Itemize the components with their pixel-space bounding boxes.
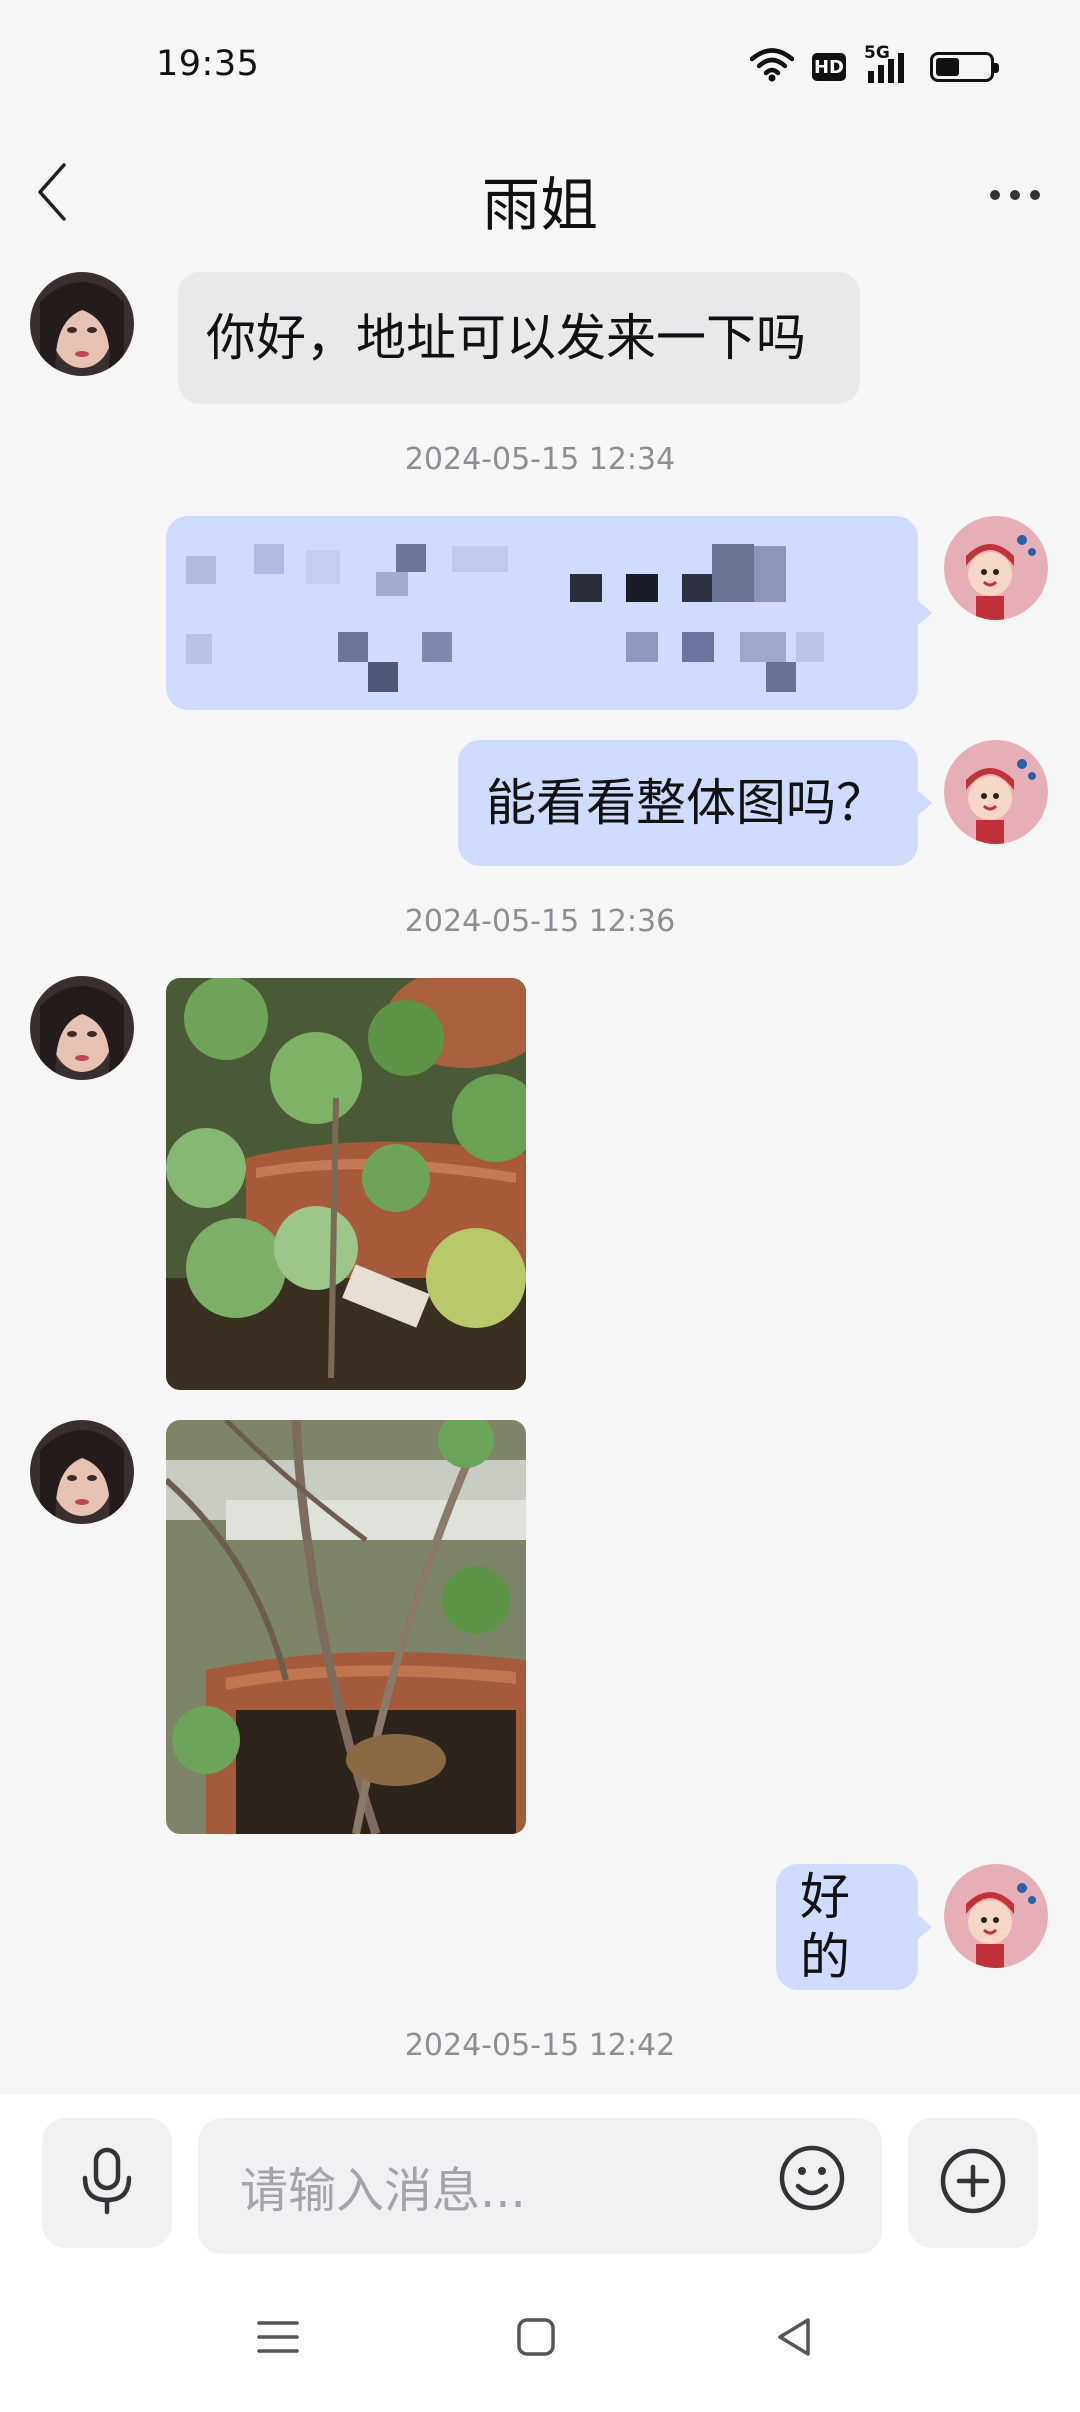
smiley-face-icon: [778, 2144, 846, 2224]
menu-icon: [257, 2319, 299, 2359]
more-options-button[interactable]: [980, 170, 1050, 220]
nav-home-button[interactable]: [496, 2304, 576, 2374]
message-timestamp: 2024-05-15 12:34: [404, 442, 676, 477]
triangle-back-icon: [774, 2316, 814, 2362]
contact-avatar[interactable]: [30, 976, 134, 1080]
status-bar: 19:35 HD 5G: [0, 0, 1080, 130]
chat-header: 雨姐: [0, 140, 1080, 250]
nav-menu-button[interactable]: [238, 2304, 318, 2374]
cellular-signal-icon: 5G: [864, 43, 912, 85]
contact-avatar[interactable]: [30, 1420, 134, 1524]
message-input-placeholder: 请输入消息...: [240, 2163, 526, 2219]
battery-level: [936, 58, 960, 76]
message-input-bar: 请输入消息...: [0, 2094, 1080, 2264]
hd-badge: HD: [812, 53, 846, 81]
microphone-icon: [77, 2146, 137, 2220]
contact-avatar[interactable]: [30, 272, 134, 376]
message-timestamp: 2024-05-15 12:36: [404, 904, 676, 939]
my-avatar[interactable]: [944, 516, 1048, 620]
system-navigation-bar: [0, 2264, 1080, 2412]
message-text: 好的: [800, 1868, 850, 1986]
status-icons: HD 5G: [749, 43, 999, 86]
plus-circle-icon: [939, 2147, 1007, 2219]
message-bubble-incoming[interactable]: 你好，地址可以发来一下吗: [178, 272, 860, 404]
photo-potted-plant-stems[interactable]: [166, 1420, 526, 1834]
pixelated-redaction: [186, 544, 824, 692]
message-input[interactable]: 请输入消息...: [198, 2118, 882, 2254]
nav-back-button[interactable]: [754, 2304, 834, 2374]
square-home-icon: [516, 2317, 556, 2361]
message-bubble-outgoing[interactable]: 能看看整体图吗？: [458, 740, 932, 866]
wifi-icon: [749, 48, 795, 86]
chat-title: 雨姐: [481, 171, 598, 239]
message-text: 你好，地址可以发来一下吗: [206, 309, 806, 367]
my-avatar[interactable]: [944, 740, 1048, 844]
status-time: 19:35: [156, 44, 260, 84]
message-bubble-outgoing-redacted[interactable]: [166, 516, 932, 710]
chat-screen: 19:35 HD 5G 雨姐 你好，地址可以发来一下吗 2024-05-15 1…: [0, 0, 1080, 2412]
battery-icon: [930, 52, 999, 82]
message-timestamp: 2024-05-15 12:42: [404, 2028, 676, 2063]
message-text: 能看看整体图吗？: [486, 774, 886, 832]
emoji-button[interactable]: [772, 2144, 852, 2224]
voice-input-button[interactable]: [42, 2118, 172, 2248]
more-horizontal-icon: [989, 186, 1041, 205]
more-actions-button[interactable]: [908, 2118, 1038, 2248]
photo-potted-plant-leaves[interactable]: [166, 978, 526, 1390]
my-avatar[interactable]: [944, 1864, 1048, 1968]
message-bubble-outgoing[interactable]: 好的: [776, 1864, 932, 1990]
